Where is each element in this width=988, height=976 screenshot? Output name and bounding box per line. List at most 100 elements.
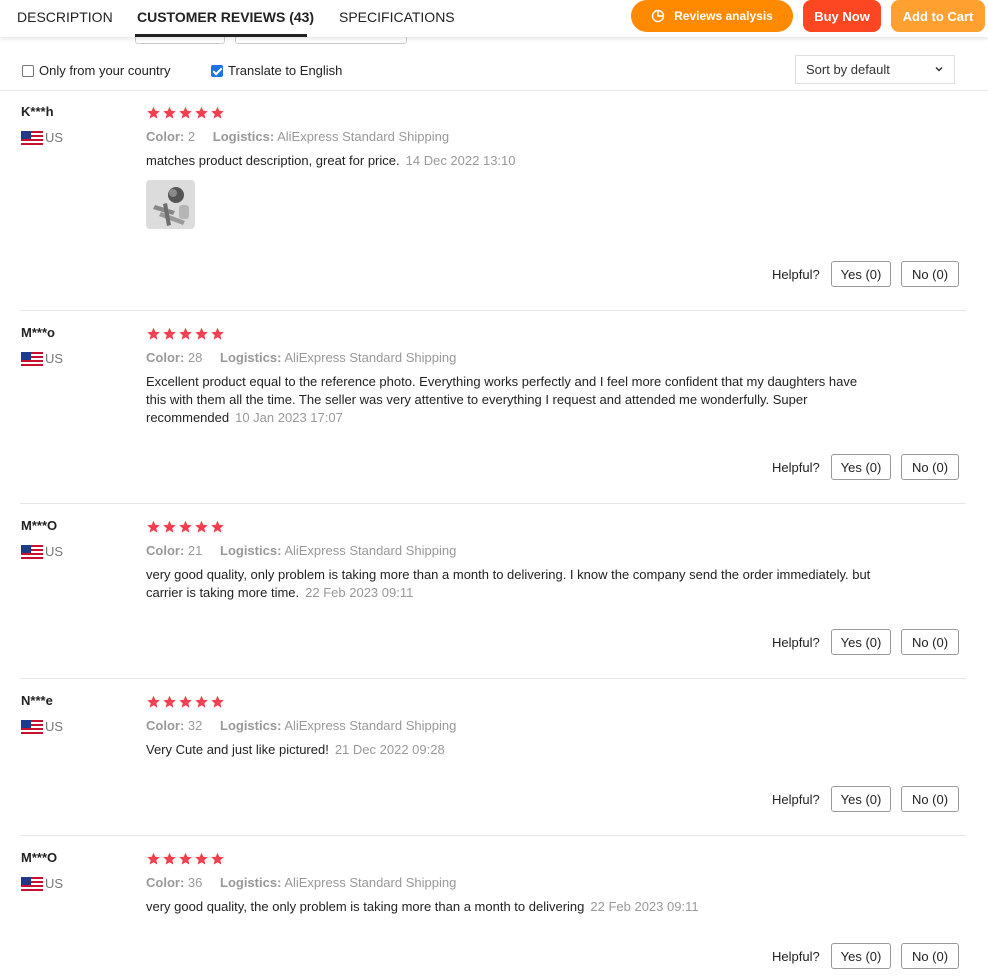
rating-stars [146,106,226,119]
rating-stars [146,327,226,340]
review-divider [20,678,966,679]
star-icon [179,695,192,708]
rating-stars [146,852,226,865]
checkbox-box[interactable] [22,64,34,77]
review-date: 22 Feb 2023 09:11 [305,585,414,600]
pie-chart-icon [651,9,665,23]
color-value: 2 [187,129,196,144]
translate-checkbox[interactable]: Translate to English [211,63,342,78]
color-label: Color: [146,129,185,144]
reviewer-name: M***O [21,850,58,865]
star-icon [211,327,224,340]
review-date: 10 Jan 2023 17:07 [235,410,343,425]
star-icon [147,327,160,340]
tab-specifications[interactable]: SPECIFICATIONS [339,9,455,25]
add-to-cart-button[interactable]: Add to Cart [891,0,985,32]
reviewer-name: M***O [21,518,58,533]
logistics-value: AliExpress Standard Shipping [284,350,457,365]
logistics-value: AliExpress Standard Shipping [284,718,457,733]
review-photo-thumbnail[interactable] [146,180,195,229]
review-text: Excellent product equal to the reference… [146,373,876,427]
star-icon [195,520,208,533]
checkbox-box-checked[interactable] [211,64,223,77]
review-divider [20,835,966,836]
color-label: Color: [146,350,185,365]
tab-bar: DESCRIPTION CUSTOMER REVIEWS (43) SPECIF… [0,0,988,37]
reviewer-country: US [21,876,63,891]
review-meta: Color: 32 Logistics: AliExpress Standard… [146,718,456,733]
helpful-yes-button[interactable]: Yes (0) [831,786,891,812]
star-icon [163,520,176,533]
star-icon [211,695,224,708]
review-divider [20,503,966,504]
active-tab-indicator [135,34,307,37]
helpful-yes-button[interactable]: Yes (0) [831,943,891,969]
star-icon [195,695,208,708]
review-body: very good quality, the only problem is t… [146,899,585,914]
helpful-label: Helpful? [772,949,820,964]
us-flag-icon [21,719,43,734]
review-meta: Color: 21 Logistics: AliExpress Standard… [146,543,456,558]
review-date: 14 Dec 2022 13:10 [405,153,516,168]
product-photo-image [147,181,194,228]
star-icon [211,520,224,533]
chevron-down-icon [935,66,943,72]
review-text: matches product description, great for p… [146,152,876,170]
review-meta: Color: 2 Logistics: AliExpress Standard … [146,129,449,144]
helpful-label: Helpful? [772,267,820,282]
reviewer-country: US [21,544,63,559]
buy-now-button[interactable]: Buy Now [803,0,881,32]
star-icon [179,852,192,865]
tab-customer-reviews[interactable]: CUSTOMER REVIEWS (43) [137,9,314,25]
us-flag-icon [21,351,43,366]
helpful-yes-button[interactable]: Yes (0) [831,261,891,287]
color-value: 32 [187,718,203,733]
us-flag-icon [21,876,43,891]
helpful-yes-button[interactable]: Yes (0) [831,454,891,480]
helpful-no-button[interactable]: No (0) [901,454,959,480]
sort-dropdown[interactable]: Sort by default [795,55,955,84]
review-date: 21 Dec 2022 09:28 [334,742,445,757]
logistics-label: Logistics: [220,350,282,365]
review-body: very good quality, only problem is takin… [146,567,871,600]
helpful-yes-button[interactable]: Yes (0) [831,629,891,655]
logistics-value: AliExpress Standard Shipping [277,129,450,144]
review-body: Very Cute and just like pictured! [146,742,329,757]
color-label: Color: [146,875,185,890]
star-icon [163,852,176,865]
reviewer-country: US [21,351,63,366]
only-from-country-checkbox[interactable]: Only from your country [22,63,171,78]
helpful-no-button[interactable]: No (0) [901,786,959,812]
helpful-label: Helpful? [772,635,820,650]
helpful-no-button[interactable]: No (0) [901,629,959,655]
star-icon [195,852,208,865]
review-filter-bar: Only from your country Translate to Engl… [0,38,988,91]
color-label: Color: [146,543,185,558]
reviews-analysis-button[interactable]: Reviews analysis [631,0,793,32]
logistics-label: Logistics: [220,718,282,733]
country-code: US [45,351,64,366]
star-icon [211,106,224,119]
star-icon [211,852,224,865]
country-code: US [45,130,64,145]
logistics-label: Logistics: [220,543,282,558]
tab-description[interactable]: DESCRIPTION [17,9,113,25]
reviewer-name: K***h [21,104,54,119]
color-value: 21 [187,543,203,558]
logistics-value: AliExpress Standard Shipping [284,543,457,558]
star-icon [195,327,208,340]
star-icon [147,852,160,865]
helpful-no-button[interactable]: No (0) [901,261,959,287]
helpful-no-button[interactable]: No (0) [901,943,959,969]
star-icon [147,695,160,708]
color-label: Color: [146,718,185,733]
reviewer-name: M***o [21,325,55,340]
review-text: very good quality, the only problem is t… [146,898,876,916]
star-icon [179,106,192,119]
translate-label: Translate to English [228,63,343,78]
star-icon [179,520,192,533]
star-icon [147,520,160,533]
review-text: Very Cute and just like pictured! 21 Dec … [146,741,876,759]
country-code: US [45,876,64,891]
helpful-label: Helpful? [772,792,820,807]
